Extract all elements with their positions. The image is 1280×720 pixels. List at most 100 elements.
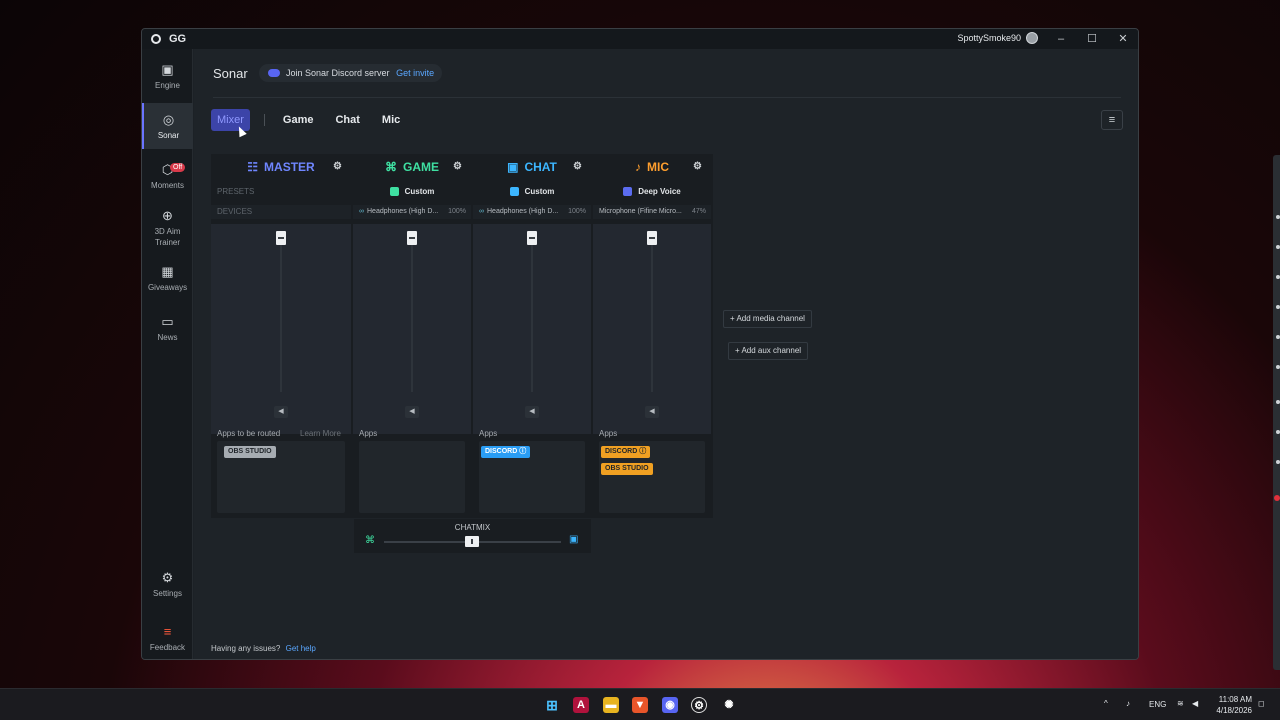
chat-device[interactable]: ∞ Headphones (High D... 100%: [473, 205, 591, 219]
sidebar-item-moments[interactable]: Off ⬡ Moments: [142, 163, 193, 191]
presets-label: PRESETS: [217, 186, 255, 196]
avatar[interactable]: [1026, 32, 1038, 44]
chat-channel: ▣ CHAT ⚙ Custom ∞ Headphones (High D... 1…: [473, 154, 591, 518]
discord-icon: [268, 69, 280, 77]
brave-browser-icon[interactable]: ▼: [632, 697, 648, 713]
notification-bell-icon[interactable]: ◻: [1258, 699, 1265, 708]
device-name: Headphones (High D...: [367, 208, 439, 215]
maximize-button[interactable]: ☐: [1077, 30, 1107, 48]
microphone-icon: ♪: [635, 160, 641, 174]
volume-icon[interactable]: ◀: [1192, 699, 1198, 708]
speaker-icon[interactable]: ◀: [525, 406, 539, 418]
volume-slider-knob[interactable]: [407, 231, 417, 245]
game-header: ⌘ GAME ⚙: [353, 154, 471, 180]
gear-icon: ⚙: [161, 570, 174, 585]
preset-name: Deep Voice: [638, 186, 681, 196]
tab-game[interactable]: Game: [277, 109, 320, 131]
discord-icon[interactable]: ◉: [662, 697, 678, 713]
channel-title: MIC: [647, 160, 669, 174]
app-chip-label: DISCORD: [485, 448, 518, 455]
volume-slider-knob[interactable]: [527, 231, 537, 245]
sidebar-item-sonar[interactable]: ◎ Sonar: [142, 103, 193, 149]
tab-chat[interactable]: Chat: [329, 109, 365, 131]
app-chip-discord[interactable]: DISCORD ⓘ: [601, 446, 651, 458]
add-media-channel-button[interactable]: + Add media channel: [723, 310, 812, 328]
chatmix-control: CHATMIX ⌘ ▣: [354, 519, 591, 553]
volume-slider-knob[interactable]: [647, 231, 657, 245]
mic-header: ♪ MIC ⚙: [593, 154, 711, 180]
file-explorer-icon[interactable]: ▬: [603, 697, 619, 713]
link-icon: ∞: [479, 208, 484, 215]
sidebar-item-giveaways[interactable]: ▦ Giveaways: [142, 265, 193, 293]
taskbar: ⊞ A ▬ ▼ ◉ ⚙ ✺ ^ ♪ ENG ≋ ◀ 11:08 AM 4/18/…: [0, 688, 1280, 720]
chatmix-slider-knob[interactable]: [465, 536, 479, 547]
sidebar-item-engine[interactable]: ▣ Engine: [142, 63, 193, 91]
apps-dropzone[interactable]: DISCORD ⓘ OBS STUDIO: [599, 441, 705, 513]
close-button[interactable]: ✕: [1108, 30, 1138, 48]
app-logo: GG: [151, 33, 186, 45]
game-device[interactable]: ∞ Headphones (High D... 100%: [353, 205, 471, 219]
mic-device[interactable]: Microphone (Fifine Micro... 47%: [593, 205, 711, 219]
mic-preset[interactable]: Deep Voice: [593, 183, 711, 199]
apps-dropzone[interactable]: [359, 441, 465, 513]
volume-slider-knob[interactable]: [276, 231, 286, 245]
steelseries-gg-window: GG SpottySmoke90 – ☐ ✕ ▣ Engine ◎ Sonar …: [141, 28, 1139, 660]
feedback-icon: ≡: [163, 624, 172, 639]
apps-dropzone[interactable]: OBS STUDIO: [217, 441, 345, 513]
sidebar-item-label: Sonar: [157, 131, 180, 140]
crosshair-icon: ⊕: [162, 208, 173, 223]
apps-dropzone[interactable]: DISCORD ⓘ: [479, 441, 585, 513]
gift-icon: ▦: [161, 264, 174, 279]
fader-track: [411, 242, 413, 392]
fader-track: [531, 242, 533, 392]
gear-icon[interactable]: ⚙: [693, 162, 703, 172]
sidebar-item-news[interactable]: ▭ News: [142, 315, 193, 343]
microphone-tray-icon[interactable]: ♪: [1126, 699, 1130, 708]
get-help-link[interactable]: Get help: [286, 644, 316, 653]
tab-separator: [263, 114, 265, 126]
sidebar-item-feedback[interactable]: ≡ Feedback: [142, 625, 193, 653]
windows-start-icon[interactable]: ⊞: [544, 697, 560, 713]
sidebar-item-settings[interactable]: ⚙ Settings: [142, 571, 193, 599]
fader-track: [280, 242, 282, 392]
game-preset[interactable]: Custom: [353, 183, 471, 199]
gear-icon[interactable]: ⚙: [453, 162, 463, 172]
app-chip-discord[interactable]: DISCORD ⓘ: [481, 446, 531, 458]
speaker-icon[interactable]: ◀: [405, 406, 419, 418]
gamepad-icon: ⌘: [365, 535, 375, 546]
sonar-icon: ◎: [162, 112, 175, 127]
app-chip-obs[interactable]: OBS STUDIO: [224, 446, 276, 458]
channel-title: CHAT: [524, 160, 557, 174]
steelseries-tray-icon[interactable]: ⚙: [691, 697, 707, 713]
sidebar-item-aim-trainer[interactable]: ⊕ 3D Aim Trainer: [142, 209, 193, 248]
speaker-icon[interactable]: ◀: [645, 406, 659, 418]
wifi-icon[interactable]: ≋: [1177, 699, 1184, 708]
gear-icon[interactable]: ⚙: [573, 162, 583, 172]
button-label: Add aux channel: [741, 346, 802, 355]
chat-preset[interactable]: Custom: [473, 183, 591, 199]
steelseries-gg-icon[interactable]: ✺: [721, 697, 737, 713]
user-account[interactable]: SpottySmoke90: [957, 32, 1038, 44]
menu-button[interactable]: ≡: [1101, 110, 1123, 130]
button-label: Add media channel: [736, 314, 805, 323]
speaker-icon[interactable]: ◀: [274, 406, 288, 418]
learn-more-link[interactable]: Learn More: [300, 429, 341, 438]
language-indicator[interactable]: ENG: [1149, 700, 1166, 709]
app-chip-obs[interactable]: OBS STUDIO: [601, 463, 653, 475]
preset-icon: [389, 186, 399, 196]
sidebar-item-label: Engine: [155, 81, 180, 90]
get-invite-link[interactable]: Get invite: [396, 68, 434, 78]
app-a-icon[interactable]: A: [573, 697, 589, 713]
main-content: Sonar Join Sonar Discord server Get invi…: [194, 49, 1138, 659]
preset-icon: [509, 186, 519, 196]
tab-mic[interactable]: Mic: [376, 109, 406, 131]
chevron-up-icon[interactable]: ^: [1104, 699, 1108, 708]
gear-icon[interactable]: ⚙: [333, 162, 343, 172]
discord-banner[interactable]: Join Sonar Discord server Get invite: [259, 64, 443, 82]
sidebar: ▣ Engine ◎ Sonar Off ⬡ Moments ⊕ 3D Aim …: [142, 49, 193, 659]
system-clock[interactable]: 11:08 AM 4/18/2026: [1208, 694, 1252, 716]
minimize-button[interactable]: –: [1046, 30, 1076, 48]
add-aux-channel-button[interactable]: + Add aux channel: [728, 342, 809, 360]
apps-label: Apps to be routed Learn More: [217, 429, 341, 438]
game-fader-area: ◀: [353, 224, 471, 434]
